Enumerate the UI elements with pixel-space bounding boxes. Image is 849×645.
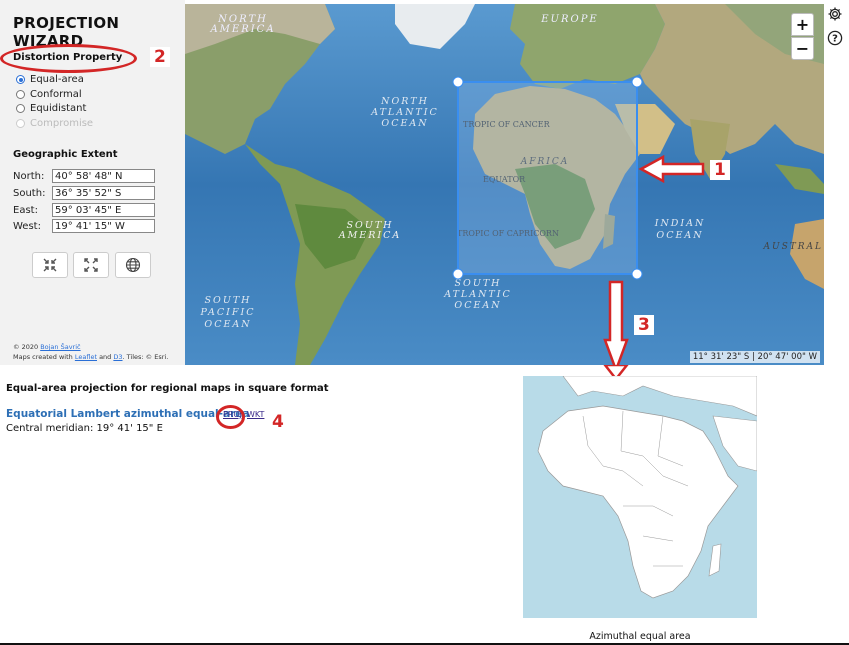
indian-ocean-label-2: OCEAN [656, 230, 703, 241]
extent-label: South: [13, 187, 46, 199]
annotation-number-4: 4 [268, 412, 288, 432]
indian-ocean-label-1: INDIAN [654, 218, 706, 229]
author-link[interactable]: Bojan Šavrič [40, 343, 80, 351]
radio-equal-area[interactable]: Equal-area [16, 74, 84, 85]
leaflet-link[interactable]: Leaflet [75, 353, 97, 361]
collapse-icon [43, 258, 57, 272]
copyright-text: © 2020 [13, 343, 41, 351]
extent-row-east: East: 59° 03' 45" E [13, 203, 155, 217]
side-toolbar: ? [827, 6, 845, 54]
help-icon[interactable]: ? [827, 30, 843, 46]
extent-selection-box[interactable] [457, 81, 638, 275]
credits-text: Maps created with [13, 353, 75, 361]
north-atlantic-label-2: ATLANTIC [370, 107, 439, 118]
wkt-link[interactable]: WKT [247, 410, 264, 419]
preview-canvas [523, 376, 757, 618]
expand-icon [84, 258, 98, 272]
central-meridian-text: Central meridian: 19° 41' 15" E [6, 423, 163, 434]
radio-button [16, 119, 25, 128]
selection-handle-ne[interactable] [631, 76, 643, 88]
annotation-number-2: 2 [150, 47, 170, 67]
result-heading: Equal-area projection for regional maps … [6, 383, 329, 394]
south-input[interactable]: 36° 35' 52" S [52, 186, 155, 200]
extent-label: West: [13, 220, 41, 232]
north-america-label-2: AMERICA [209, 24, 275, 35]
south-pacific-label-1: SOUTH [205, 295, 252, 306]
collapse-extent-button[interactable] [32, 252, 68, 278]
coordinate-readout: 11° 31' 23" S | 20° 47' 00" W [689, 351, 820, 363]
svg-text:?: ? [832, 34, 838, 45]
extent-row-north: North: 40° 58' 48" N [13, 169, 155, 183]
annotation-number-3: 3 [634, 315, 654, 335]
selection-handle-se[interactable] [631, 268, 643, 280]
geographic-extent-title: Geographic Extent [13, 149, 118, 160]
extent-label: East: [13, 204, 38, 216]
annotation-ellipse-2 [0, 44, 137, 73]
radio-label: Compromise [30, 118, 94, 129]
tiles-text: . Tiles: © Esri. [122, 353, 169, 361]
selection-handle-sw[interactable] [452, 268, 464, 280]
annotation-number-1: 1 [710, 160, 730, 180]
radio-label: Equidistant [30, 103, 87, 114]
south-atlantic-label-1: SOUTH [455, 278, 502, 289]
gear-icon[interactable] [827, 6, 843, 22]
world-extent-button[interactable] [115, 252, 151, 278]
credits-line-2: Maps created with Leaflet and D3. Tiles:… [13, 352, 168, 362]
europe-label: EUROPE [540, 14, 598, 25]
australia-label: AUSTRAL [762, 242, 823, 252]
radio-button[interactable] [16, 90, 25, 99]
annotation-ellipse-4 [216, 405, 245, 429]
east-input[interactable]: 59° 03' 45" E [52, 203, 155, 217]
north-input[interactable]: 40° 58' 48" N [52, 169, 155, 183]
south-pacific-label-3: OCEAN [204, 319, 251, 330]
selection-handle-nw[interactable] [452, 76, 464, 88]
world-map[interactable]: NORTH AMERICA EUROPE NORTH ATLANTIC OCEA… [185, 4, 824, 365]
credits-line-1: © 2020 Bojan Šavrič [13, 342, 168, 352]
map-canvas: NORTH AMERICA EUROPE NORTH ATLANTIC OCEA… [185, 4, 824, 365]
radio-conformal[interactable]: Conformal [16, 89, 82, 100]
zoom-out-button[interactable]: − [791, 37, 814, 60]
radio-equidistant[interactable]: Equidistant [16, 103, 86, 114]
radio-button[interactable] [16, 104, 25, 113]
south-pacific-label-2: PACIFIC [199, 307, 255, 318]
radio-button[interactable] [16, 75, 25, 84]
radio-compromise: Compromise [16, 118, 93, 129]
south-atlantic-label-2: ATLANTIC [443, 289, 512, 300]
projection-name-link[interactable]: Equatorial Lambert azimuthal equal-area [6, 408, 249, 420]
extent-row-south: South: 36° 35' 52" S [13, 186, 155, 200]
south-america-label-2: AMERICA [338, 230, 402, 241]
radio-label: Conformal [30, 89, 82, 100]
preview-caption: Azimuthal equal area [589, 631, 691, 642]
extent-row-west: West: 19° 41' 15" W [13, 219, 155, 233]
d3-link[interactable]: D3 [113, 353, 122, 361]
west-input[interactable]: 19° 41' 15" W [52, 219, 155, 233]
north-atlantic-label-1: NORTH [380, 96, 429, 107]
zoom-in-button[interactable]: + [791, 13, 814, 36]
south-atlantic-label-3: OCEAN [454, 300, 501, 311]
credits: © 2020 Bojan Šavrič Maps created with Le… [13, 342, 168, 362]
globe-icon [125, 257, 141, 273]
north-atlantic-label-3: OCEAN [381, 118, 428, 129]
radio-label: Equal-area [30, 74, 84, 85]
projection-preview-map [523, 376, 757, 618]
extent-label: North: [13, 170, 45, 182]
expand-extent-button[interactable] [73, 252, 109, 278]
credits-and: and [97, 353, 114, 361]
